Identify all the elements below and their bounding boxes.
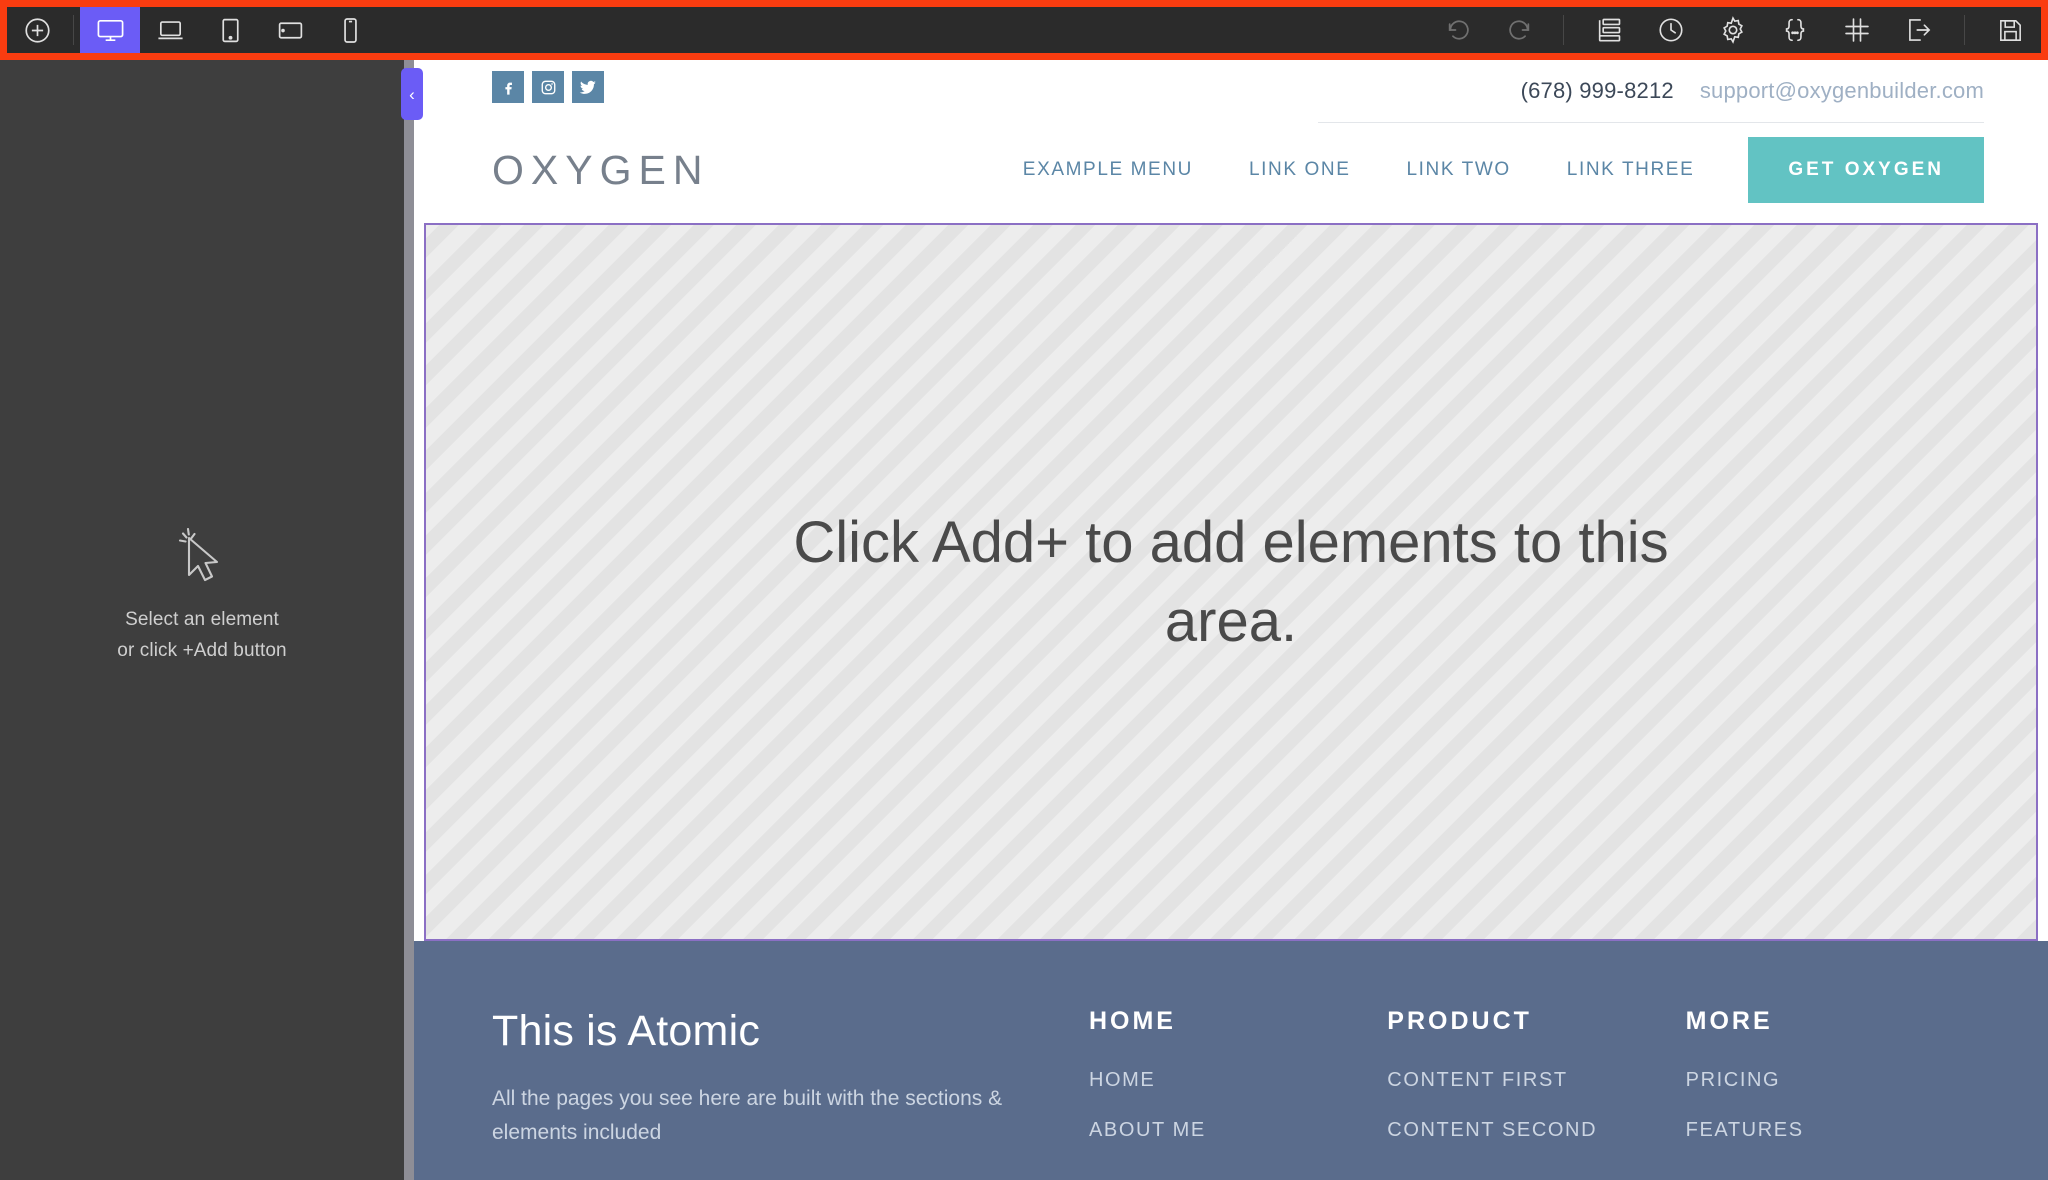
contact-info: (678) 999-8212 support@oxygenbuilder.com — [1521, 71, 1984, 104]
facebook-icon — [500, 79, 517, 96]
footer-about: This is Atomic All the pages you see her… — [492, 1007, 1089, 1150]
nav-link-three[interactable]: LINK THREE — [1539, 159, 1723, 181]
footer-column-home: HOME HOME ABOUT ME — [1089, 1007, 1387, 1169]
clock-icon — [1657, 16, 1685, 44]
canvas-scrollbar[interactable] — [404, 53, 414, 1180]
left-sidebar: Select an element or click +Add button — [0, 53, 404, 1180]
twitter-link[interactable] — [572, 71, 604, 103]
braces-icon — [1781, 16, 1809, 44]
footer-link-features[interactable]: FEATURES — [1686, 1119, 1984, 1142]
undo-icon — [1445, 16, 1473, 44]
device-phone-button[interactable] — [320, 7, 380, 53]
footer-heading-product: PRODUCT — [1387, 1007, 1532, 1035]
tablet-landscape-icon — [276, 16, 305, 45]
structure-icon — [1595, 16, 1623, 44]
redo-icon — [1505, 16, 1533, 44]
grid-button[interactable] — [1826, 7, 1888, 53]
nav-link-example-menu[interactable]: EXAMPLE MENU — [995, 159, 1221, 181]
instagram-link[interactable] — [532, 71, 564, 103]
placeholder-text: Click Add+ to add elements to this area. — [793, 509, 1669, 654]
site-logo[interactable]: OXYGEN — [492, 147, 709, 194]
top-toolbar — [0, 0, 2048, 60]
settings-button[interactable] — [1702, 7, 1764, 53]
gear-icon — [1719, 16, 1747, 44]
history-button[interactable] — [1640, 7, 1702, 53]
toolbar-right-group — [1429, 7, 2041, 53]
footer-column-more: MORE PRICING FEATURES — [1686, 1007, 1984, 1169]
sidebar-empty-line-2: or click +Add button — [117, 639, 287, 661]
site-navigation: OXYGEN EXAMPLE MENU LINK ONE LINK TWO LI… — [414, 123, 2048, 223]
footer-link-about-me[interactable]: ABOUT ME — [1089, 1119, 1387, 1142]
get-oxygen-button[interactable]: GET OXYGEN — [1748, 137, 1984, 203]
hash-grid-icon — [1843, 16, 1871, 44]
cursor-click-icon — [169, 527, 235, 590]
footer-heading-home: HOME — [1088, 1007, 1176, 1035]
custom-code-button[interactable] — [1764, 7, 1826, 53]
toolbar-divider — [1563, 15, 1564, 45]
exit-button[interactable] — [1888, 7, 1950, 53]
site-top-bar: (678) 999-8212 support@oxygenbuilder.com — [414, 53, 2048, 104]
footer-description: All the pages you see here are built wit… — [492, 1087, 1003, 1145]
footer-link-home[interactable]: HOME — [1089, 1069, 1387, 1092]
site-footer: This is Atomic All the pages you see her… — [414, 941, 2048, 1180]
tablet-portrait-icon — [216, 16, 245, 45]
oxygen-builder-app: Select an element or click +Add button (… — [0, 0, 2048, 1180]
facebook-link[interactable] — [492, 71, 524, 103]
sidebar-empty-line-1: Select an element — [125, 608, 279, 630]
footer-heading-more: MORE — [1685, 1007, 1773, 1035]
footer-link-pricing[interactable]: PRICING — [1686, 1069, 1984, 1092]
sidebar-empty-state: Select an element or click +Add button — [117, 527, 287, 666]
toolbar-left-group — [7, 7, 380, 53]
nav-link-one[interactable]: LINK ONE — [1221, 159, 1379, 181]
structure-panel-button[interactable] — [1578, 7, 1640, 53]
device-tablet-portrait-button[interactable] — [200, 7, 260, 53]
nav-links: EXAMPLE MENU LINK ONE LINK TWO LINK THRE… — [995, 137, 1984, 203]
laptop-icon — [156, 16, 185, 45]
phone-number: (678) 999-8212 — [1520, 78, 1674, 103]
toolbar-divider — [1964, 15, 1965, 45]
nav-link-two[interactable]: LINK TWO — [1378, 159, 1538, 181]
desktop-icon — [96, 16, 125, 45]
undo-button[interactable] — [1429, 7, 1489, 53]
footer-link-content-first[interactable]: CONTENT FIRST — [1387, 1069, 1685, 1092]
exit-icon — [1905, 16, 1933, 44]
email-link[interactable]: support@oxygenbuilder.com — [1700, 78, 1984, 104]
footer-link-content-second[interactable]: CONTENT SECOND — [1387, 1119, 1685, 1142]
plus-circle-icon — [24, 17, 51, 44]
social-links — [492, 71, 604, 103]
footer-column-product: PRODUCT CONTENT FIRST CONTENT SECOND — [1387, 1007, 1685, 1169]
preview-canvas: (678) 999-8212 support@oxygenbuilder.com… — [414, 53, 2048, 1180]
device-laptop-button[interactable] — [140, 7, 200, 53]
save-button[interactable] — [1979, 7, 2041, 53]
save-disk-icon — [1997, 17, 2024, 44]
redo-button[interactable] — [1489, 7, 1549, 53]
twitter-icon — [579, 78, 597, 96]
empty-section-placeholder[interactable]: Click Add+ to add elements to this area. — [424, 223, 2038, 941]
instagram-icon — [540, 79, 557, 96]
sidebar-collapse-handle[interactable]: ‹ — [401, 68, 423, 120]
phone-icon — [336, 16, 365, 45]
toolbar-divider — [73, 15, 74, 45]
footer-title: This is Atomic — [492, 1007, 761, 1055]
device-tablet-landscape-button[interactable] — [260, 7, 320, 53]
add-element-button[interactable] — [7, 7, 67, 53]
device-desktop-button[interactable] — [80, 7, 140, 53]
